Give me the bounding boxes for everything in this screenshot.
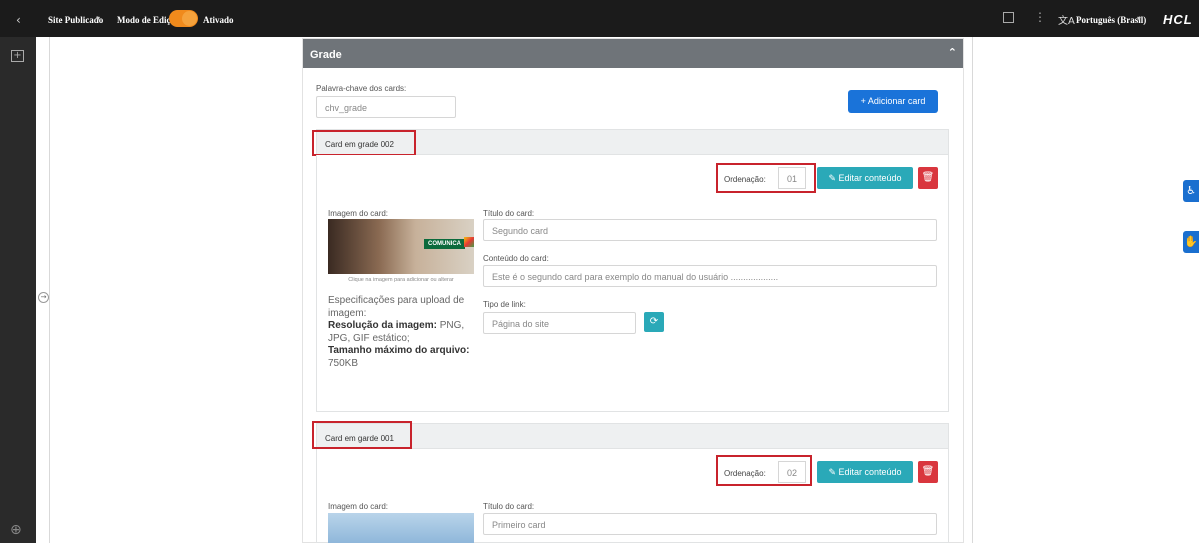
language-selector[interactable]: Português (Brasil) [1076,15,1146,25]
globe-icon[interactable]: ⊕ [10,522,22,538]
expand-arrow-icon[interactable]: → [38,292,49,303]
keyword-input[interactable]: chv_grade [316,96,456,118]
highlight-box [716,455,812,486]
card-image[interactable]: COMUNICA [328,219,474,274]
back-chevron-icon[interactable]: ‹ [16,13,21,27]
highlight-box [312,130,416,156]
content-label: Conteúdo do card: [483,254,549,263]
specs-res-label: Resolução da imagem: [328,320,437,331]
refresh-icon[interactable]: ⟳ [644,312,664,332]
accessibility-icon[interactable]: ♿ [1183,180,1199,202]
upload-specs: Especificações para upload de imagem: Re… [328,295,476,370]
image-caption: Clique na imagem para adicionar ou alter… [348,277,454,283]
edit-content-button[interactable]: ✎ Editar conteúdo [817,167,913,189]
title-input[interactable]: Segundo card [483,219,937,241]
more-vertical-icon[interactable]: ⋮ [1034,10,1046,24]
site-status-menu[interactable]: Site Publicado [48,15,103,25]
content-input[interactable]: Este é o segundo card para exemplo do ma… [483,265,937,287]
brand-logo: HCL [1163,12,1193,27]
keyword-label: Palavra-chave dos cards: [316,84,407,93]
edit-mode-state: Ativado [203,15,234,25]
specs-size-label: Tamanho máximo do arquivo: [328,345,470,356]
title-label: Título do card: [483,209,535,218]
delete-card-button[interactable]: 🗑 [918,461,938,483]
left-rail: + ⊕ [0,37,36,543]
caret-down-icon[interactable]: ▾ [1137,14,1141,23]
panel-header[interactable]: Grade ⌃ [303,39,963,68]
card-image[interactable] [328,513,474,543]
translate-icon: 文A [1058,16,1075,27]
trash-icon: 🗑 [921,172,935,183]
pencil-icon: ✎ [828,173,839,183]
edit-mode-toggle[interactable] [169,10,198,27]
title-label: Título do card: [483,502,535,511]
image-decoration [464,237,474,247]
trash-icon: 🗑 [921,466,935,477]
title-input[interactable]: Primeiro card [483,513,937,535]
divider [972,37,973,543]
edit-content-label: Editar conteúdo [838,173,902,183]
image-badge: COMUNICA [424,239,465,249]
pencil-icon: ✎ [828,467,839,477]
highlight-box [716,163,816,193]
specs-size-value: 750KB [328,357,359,369]
caret-down-icon[interactable]: ▾ [96,14,100,23]
add-card-button[interactable]: + Adicionar card [848,90,938,113]
link-type-select[interactable]: Página do site [483,312,636,334]
add-panel-icon[interactable]: + [11,50,24,62]
sign-language-icon[interactable]: ✋ [1183,231,1199,253]
image-label: Imagem do card: [328,209,389,218]
panel-title: Grade [310,49,342,61]
specs-title: Especificações para upload de imagem: [328,295,465,319]
edit-content-button[interactable]: ✎ Editar conteúdo [817,461,913,483]
delete-card-button[interactable]: 🗑 [918,167,938,189]
edit-content-label: Editar conteúdo [838,467,902,477]
top-toolbar: ‹ Site Publicado ▾ Modo de Edição: Ativa… [0,0,1199,37]
link-type-label: Tipo de link: [483,300,526,309]
chevron-up-icon[interactable]: ⌃ [948,46,957,59]
calendar-icon[interactable] [1003,12,1014,23]
image-label: Imagem do card: [328,502,389,511]
toggle-knob [182,11,197,26]
highlight-box [312,421,412,449]
divider [49,37,50,543]
